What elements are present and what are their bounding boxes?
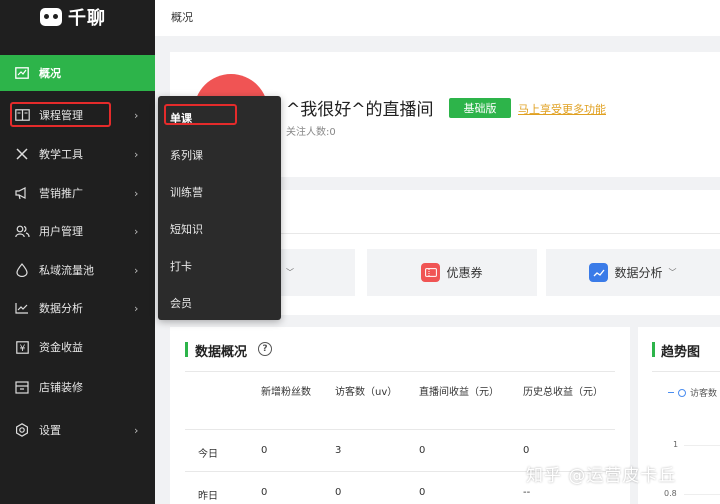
top-bar: 概况 bbox=[155, 0, 720, 36]
brand-name: 千聊 bbox=[68, 8, 106, 29]
sidebar-item-funds[interactable]: ¥ 资金收益 bbox=[0, 329, 155, 365]
yen-icon: ¥ bbox=[13, 338, 31, 356]
table-cell: 0 bbox=[335, 487, 342, 498]
table-cell: 0 bbox=[261, 487, 268, 498]
store-icon bbox=[13, 378, 31, 396]
tile-label: 优惠券 bbox=[446, 266, 483, 280]
breadcrumb: 概况 bbox=[171, 11, 193, 24]
chart-board-icon bbox=[13, 64, 31, 82]
sidebar-item-label: 营销推广 bbox=[39, 187, 83, 200]
line-chart-icon bbox=[13, 299, 31, 317]
logo-mark-icon bbox=[40, 8, 62, 26]
submenu-item-membership[interactable]: 会员 bbox=[170, 295, 192, 311]
y-tick-label: 0.8 bbox=[664, 489, 677, 498]
y-tick-label: 1 bbox=[673, 440, 679, 449]
divider bbox=[185, 371, 615, 372]
sidebar-item-settings[interactable]: 设置 › bbox=[0, 412, 155, 448]
help-icon[interactable]: ? bbox=[258, 342, 272, 356]
course-management-submenu: 单课 系列课 训练营 短知识 打卡 会员 bbox=[158, 96, 281, 320]
table-cell: -- bbox=[523, 487, 531, 498]
submenu-item-check-in[interactable]: 打卡 bbox=[170, 258, 192, 274]
table-cell: 0 bbox=[523, 445, 530, 456]
coupon-icon bbox=[421, 263, 441, 282]
section-title: 数据概况 bbox=[195, 345, 248, 360]
drop-icon bbox=[13, 261, 31, 279]
sidebar: 千聊 概况 课程管理 › 教学工具 › 营销推广 › 用户管理 › 私域流量池 … bbox=[0, 0, 155, 504]
chevron-right-icon: › bbox=[134, 301, 139, 315]
chevron-right-icon: › bbox=[134, 263, 139, 277]
sidebar-item-label: 教学工具 bbox=[39, 148, 83, 161]
megaphone-icon bbox=[13, 184, 31, 202]
column-header: 历史总收益（元） bbox=[523, 387, 603, 398]
section-accent-bar bbox=[185, 342, 188, 357]
column-header: 直播间收益（元） bbox=[419, 387, 499, 398]
row-label: 昨日 bbox=[198, 491, 218, 502]
gear-icon bbox=[13, 421, 31, 439]
legend-marker-icon bbox=[678, 388, 686, 397]
upgrade-link[interactable]: 马上享受更多功能 bbox=[518, 101, 606, 117]
chevron-right-icon: › bbox=[134, 423, 139, 437]
chevron-right-icon: › bbox=[134, 224, 139, 238]
brand-logo[interactable]: 千聊 bbox=[40, 4, 106, 30]
chevron-down-icon: ﹀ bbox=[286, 268, 294, 277]
table-cell: 0 bbox=[261, 445, 268, 456]
sidebar-item-private-traffic[interactable]: 私域流量池 › bbox=[0, 252, 155, 288]
sidebar-item-label: 资金收益 bbox=[39, 341, 83, 354]
submenu-item-series-course[interactable]: 系列课 bbox=[170, 147, 203, 163]
gridline bbox=[684, 445, 720, 446]
room-title: ^我很好^的直播间 bbox=[286, 100, 434, 120]
sidebar-item-marketing[interactable]: 营销推广 › bbox=[0, 175, 155, 211]
column-header: 新增粉丝数 bbox=[261, 387, 311, 398]
chevron-right-icon: › bbox=[134, 186, 139, 200]
legend-line-icon bbox=[668, 392, 674, 393]
row-label: 今日 bbox=[198, 449, 218, 460]
sidebar-item-label: 概况 bbox=[39, 67, 61, 80]
plan-badge: 基础版 bbox=[449, 98, 511, 118]
sidebar-item-store-decoration[interactable]: 店铺装修 bbox=[0, 369, 155, 405]
chart-legend[interactable]: 访客数 bbox=[668, 386, 717, 399]
followers-count: 关注人数:0 bbox=[286, 127, 336, 138]
table-cell: 0 bbox=[419, 487, 426, 498]
tile-coupons[interactable]: 优惠券 bbox=[367, 249, 537, 296]
chevron-right-icon: › bbox=[134, 108, 139, 122]
highlight-box bbox=[164, 104, 237, 125]
section-title: 趋势图 bbox=[661, 345, 701, 360]
analytics-icon bbox=[589, 263, 609, 282]
column-header: 访客数（uv） bbox=[335, 387, 398, 398]
sidebar-item-label: 数据分析 bbox=[39, 302, 83, 315]
chevron-right-icon: › bbox=[134, 147, 139, 161]
highlight-box bbox=[10, 102, 111, 127]
svg-text:¥: ¥ bbox=[19, 344, 25, 354]
chevron-down-icon: ﹀ bbox=[668, 268, 677, 277]
divider bbox=[185, 429, 615, 430]
submenu-item-short-knowledge[interactable]: 短知识 bbox=[170, 221, 203, 237]
table-cell: 3 bbox=[335, 445, 342, 456]
gridline bbox=[684, 494, 720, 495]
tile-label: 数据分析 bbox=[614, 266, 663, 280]
sidebar-item-user-management[interactable]: 用户管理 › bbox=[0, 213, 155, 249]
sidebar-item-label: 私域流量池 bbox=[39, 264, 94, 277]
sidebar-item-overview[interactable]: 概况 bbox=[0, 55, 155, 91]
watermark: 知乎 @运营皮卡丘 bbox=[526, 466, 677, 486]
sidebar-item-label: 设置 bbox=[39, 424, 61, 437]
tile-data-analysis[interactable]: 数据分析 ﹀ bbox=[546, 249, 720, 296]
legend-label: 访客数 bbox=[690, 389, 718, 399]
sidebar-item-label: 用户管理 bbox=[39, 225, 83, 238]
sidebar-item-label: 店铺装修 bbox=[39, 381, 83, 394]
sidebar-item-teaching-tools[interactable]: 教学工具 › bbox=[0, 136, 155, 172]
table-cell: 0 bbox=[419, 445, 426, 456]
sidebar-item-data-analysis[interactable]: 数据分析 › bbox=[0, 290, 155, 326]
submenu-item-training-camp[interactable]: 训练营 bbox=[170, 184, 203, 200]
divider bbox=[652, 371, 720, 372]
tools-icon bbox=[13, 145, 31, 163]
section-accent-bar bbox=[652, 342, 655, 357]
users-icon bbox=[13, 222, 31, 240]
